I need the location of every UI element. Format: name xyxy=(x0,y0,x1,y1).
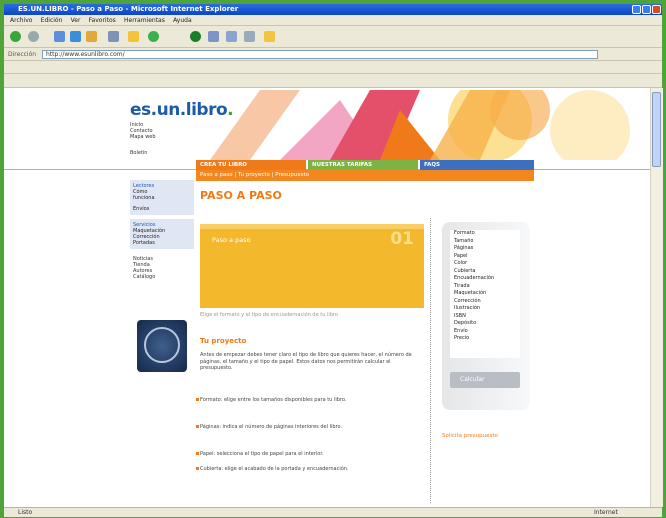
header-banner xyxy=(190,90,650,160)
menu-edit[interactable]: Edición xyxy=(41,17,63,24)
menu-bar: Archivo Edición Ver Favoritos Herramient… xyxy=(4,15,662,26)
media-icon[interactable] xyxy=(148,31,159,42)
logo-dot: . xyxy=(227,100,234,120)
right-panel-list: Formato Tamaño Páginas Papel Color Cubie… xyxy=(450,230,520,358)
sidebar-link[interactable]: Envíos xyxy=(133,206,191,212)
bullet-item: Papel: selecciona el tipo de papel para … xyxy=(196,451,422,458)
bullet-text: Cubierta: elige el acabado de la portada… xyxy=(200,466,349,472)
right-list-item[interactable]: Ilustración xyxy=(450,305,520,313)
bullet-item: Formato: elige entre los tamaños disponi… xyxy=(196,397,422,404)
browser-toolbar xyxy=(4,26,662,48)
links-toolbar xyxy=(4,74,662,88)
menu-tools[interactable]: Herramientas xyxy=(124,17,165,24)
logo-text: es.un.libro xyxy=(130,100,228,120)
right-list-item[interactable]: Precio xyxy=(450,335,520,343)
right-list-item[interactable]: Páginas xyxy=(450,245,520,253)
address-label: Dirección xyxy=(8,51,37,58)
step-number: 01 xyxy=(390,229,414,249)
right-list-item[interactable]: Papel xyxy=(450,253,520,261)
close-button[interactable] xyxy=(652,5,661,14)
intro-paragraph: Antes de empezar debes tener claro el ti… xyxy=(200,352,412,371)
bullet-item: Cubierta: elige el acabado de la portada… xyxy=(196,466,422,473)
stop-icon[interactable] xyxy=(54,31,65,42)
column-divider xyxy=(430,218,432,503)
right-list-item[interactable]: Formato xyxy=(450,230,520,238)
step-caption: Elige el formato y el tipo de encuaderna… xyxy=(200,312,338,318)
sub-navigation[interactable]: Paso a paso | Tu proyecto | Presupuesto xyxy=(196,170,534,181)
address-input[interactable]: http://www.esunlibro.com/ xyxy=(42,50,598,59)
tab-tarifas[interactable]: NUESTRAS TARIFAS xyxy=(308,160,418,170)
sidebar-box-lectores: Lectores Cómo funciona Envíos xyxy=(130,180,194,215)
sidebar-link[interactable]: Portadas xyxy=(133,240,191,246)
menu-file[interactable]: Archivo xyxy=(10,17,32,24)
sidebar-link[interactable]: funciona xyxy=(133,195,191,201)
left-sidebar: Lectores Cómo funciona Envíos Servicios … xyxy=(130,180,194,283)
bullet-text: Páginas: indica el número de páginas int… xyxy=(200,424,343,430)
right-list-item[interactable]: Encuadernación xyxy=(450,275,520,283)
seal-ring-icon xyxy=(144,327,180,363)
quote-link[interactable]: Solicita presupuesto xyxy=(442,433,498,439)
right-list-item[interactable]: Tirada xyxy=(450,283,520,291)
window-titlebar: ES.UN.LIBRO - Paso a Paso - Microsoft In… xyxy=(4,4,662,15)
menu-help[interactable]: Ayuda xyxy=(173,17,192,24)
menu-favorites[interactable]: Favoritos xyxy=(89,17,116,24)
bullet-icon xyxy=(196,452,199,455)
tab-crea-libro[interactable]: CREA TU LIBRO xyxy=(196,160,306,170)
print-icon[interactable] xyxy=(226,31,237,42)
status-bar: Listo Internet xyxy=(4,507,662,517)
section-title: Tu proyecto xyxy=(200,337,247,345)
small-nav-mapa[interactable]: Mapa web xyxy=(130,134,180,140)
right-list-item[interactable]: Corrección xyxy=(450,298,520,306)
right-list-item[interactable]: Envío xyxy=(450,328,520,336)
small-nav-boletin[interactable]: Boletín xyxy=(130,150,180,156)
favorites-icon[interactable] xyxy=(128,31,139,42)
site-logo[interactable]: es.un.libro. xyxy=(130,100,234,120)
step-panel: Paso a paso 01 xyxy=(200,224,424,308)
address-bar: Dirección http://www.esunlibro.com/ xyxy=(4,48,662,61)
edit-icon[interactable] xyxy=(244,31,255,42)
right-list-item[interactable]: Depósito xyxy=(450,320,520,328)
sidebar-box-servicios: Servicios Maquetación Corrección Portada… xyxy=(130,219,194,249)
back-icon[interactable] xyxy=(10,31,21,42)
folder-icon[interactable] xyxy=(264,31,275,42)
bullet-icon xyxy=(196,467,199,470)
top-small-nav: Inicio Contacto Mapa web Boletín xyxy=(130,122,180,156)
forward-icon[interactable] xyxy=(28,31,39,42)
right-list-item[interactable]: Maquetación xyxy=(450,290,520,298)
right-list-item[interactable]: Tamaño xyxy=(450,238,520,246)
bullet-text: Formato: elige entre los tamaños disponi… xyxy=(200,397,347,403)
page-title: PASO A PASO xyxy=(200,189,282,202)
right-list-item[interactable]: ISBN xyxy=(450,313,520,321)
sidebar-links: Noticias Tienda Autores Catálogo xyxy=(130,253,194,283)
minimize-button[interactable] xyxy=(632,5,641,14)
scrollbar-thumb[interactable] xyxy=(652,92,661,167)
right-panel: Formato Tamaño Páginas Papel Color Cubie… xyxy=(442,222,530,410)
history-icon[interactable] xyxy=(190,31,201,42)
mail-icon[interactable] xyxy=(208,31,219,42)
bullet-item: Páginas: indica el número de páginas int… xyxy=(196,424,422,431)
bullet-icon xyxy=(196,398,199,401)
status-text: Listo xyxy=(18,509,33,516)
search-icon[interactable] xyxy=(108,31,119,42)
window-title: ES.UN.LIBRO - Paso a Paso - Microsoft In… xyxy=(18,5,239,13)
home-icon[interactable] xyxy=(86,31,97,42)
tab-faqs[interactable]: FAQS xyxy=(420,160,534,170)
status-zone: Internet xyxy=(594,509,618,516)
vertical-scrollbar[interactable] xyxy=(650,88,663,507)
quality-seal-badge[interactable] xyxy=(137,320,187,372)
bullet-text: Papel: selecciona el tipo de papel para … xyxy=(200,451,324,457)
maximize-button[interactable] xyxy=(642,5,651,14)
right-list-item[interactable]: Color xyxy=(450,260,520,268)
step-label: Paso a paso xyxy=(212,236,251,244)
refresh-icon[interactable] xyxy=(70,31,81,42)
menu-view[interactable]: Ver xyxy=(71,17,81,24)
sidebar-link[interactable]: Catálogo xyxy=(133,274,191,280)
bullet-icon xyxy=(196,425,199,428)
calculate-button[interactable]: Calcular xyxy=(450,372,520,388)
google-toolbar xyxy=(4,61,662,74)
right-list-item[interactable]: Cubierta xyxy=(450,268,520,276)
